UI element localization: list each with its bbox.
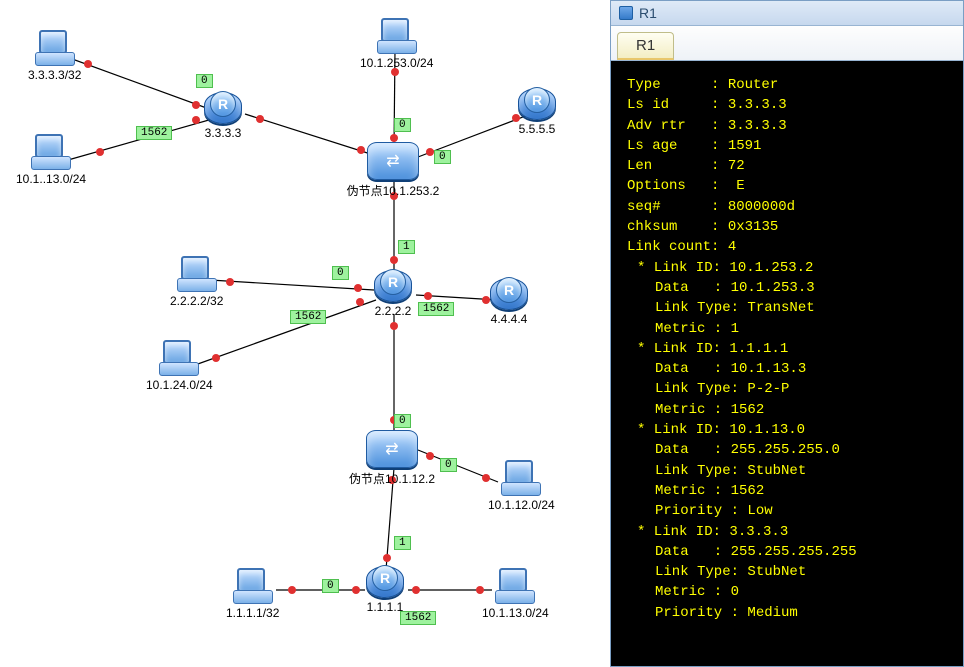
router-1-1-1-1[interactable]: R 1.1.1.1	[366, 566, 404, 614]
metric-badge: 1562	[418, 302, 454, 316]
metric-badge: 1562	[136, 126, 172, 140]
router-icon: R	[204, 92, 242, 124]
node-label: 伪节点10.1.253.2	[328, 182, 458, 199]
pc-10-1-13b[interactable]: 10.1.13.0/24	[482, 568, 549, 620]
node-label: 10.1.12.0/24	[488, 498, 555, 512]
router-5-5-5-5[interactable]: R 5.5.5.5	[518, 88, 556, 136]
terminal-output[interactable]: Type : Router Ls id : 3.3.3.3 Adv rtr : …	[611, 61, 963, 666]
node-label: 2.2.2.2/32	[170, 294, 223, 308]
pc-icon	[35, 30, 75, 66]
pc-1-1-1-1-32[interactable]: 1.1.1.1/32	[226, 568, 279, 620]
router-icon: R	[366, 566, 404, 598]
metric-badge: 1562	[290, 310, 326, 324]
pc-icon	[501, 460, 541, 496]
pc-3-3-3-3-32[interactable]: 3.3.3.3/32	[28, 30, 81, 82]
router-3-3-3-3[interactable]: R 3.3.3.3	[204, 92, 242, 140]
pc-10-1-12[interactable]: 10.1.12.0/24	[488, 460, 555, 512]
pc-icon	[159, 340, 199, 376]
pc-icon	[31, 134, 71, 170]
switch-12[interactable]: ⇄ 伪节点10.1.12.2	[332, 430, 452, 487]
metric-badge: 0	[394, 414, 411, 428]
metric-badge: 1562	[400, 611, 436, 625]
pc-10-1-13[interactable]: 10.1..13.0/24	[16, 134, 86, 186]
node-label: 10.1.13.0/24	[482, 606, 549, 620]
node-label: 2.2.2.2	[374, 304, 412, 318]
node-label: 5.5.5.5	[518, 122, 556, 136]
pc-icon	[495, 568, 535, 604]
metric-badge: 1	[398, 240, 415, 254]
node-label: 伪节点10.1.12.2	[332, 470, 452, 487]
router-icon: R	[490, 278, 528, 310]
router-4-4-4-4[interactable]: R 4.4.4.4	[490, 278, 528, 326]
node-label: 10.1..13.0/24	[16, 172, 86, 186]
pc-icon	[177, 256, 217, 292]
pc-10-1-24[interactable]: 10.1.24.0/24	[146, 340, 213, 392]
pc-2-2-2-2-32[interactable]: 2.2.2.2/32	[170, 256, 223, 308]
node-label: 10.1.253.0/24	[360, 56, 433, 70]
metric-badge: 0	[196, 74, 213, 88]
node-label: 1.1.1.1	[366, 600, 404, 614]
node-label: 4.4.4.4	[490, 312, 528, 326]
node-label: 1.1.1.1/32	[226, 606, 279, 620]
router-2-2-2-2[interactable]: R 2.2.2.2	[374, 270, 412, 318]
panel-title-text: R1	[639, 5, 657, 21]
pc-icon	[233, 568, 273, 604]
switch-icon: ⇄	[367, 142, 419, 180]
switch-icon: ⇄	[366, 430, 418, 468]
node-label: 3.3.3.3/32	[28, 68, 81, 82]
router-icon: R	[518, 88, 556, 120]
topology-canvas[interactable]: 0 1562 0 0 1 0 1562 1562 0 0 1 0 1562 3.…	[0, 0, 610, 667]
tab-r1[interactable]: R1	[617, 32, 674, 60]
node-label: 10.1.24.0/24	[146, 378, 213, 392]
router-icon: R	[374, 270, 412, 302]
metric-badge: 0	[322, 579, 339, 593]
metric-badge: 1	[394, 536, 411, 550]
panel-titlebar[interactable]: R1	[611, 1, 963, 26]
node-label: 3.3.3.3	[204, 126, 242, 140]
switch-253[interactable]: ⇄ 伪节点10.1.253.2	[328, 142, 458, 199]
pc-10-1-253[interactable]: 10.1.253.0/24	[360, 18, 433, 70]
tab-bar: R1	[611, 26, 963, 61]
metric-badge: 0	[332, 266, 349, 280]
metric-badge: 0	[394, 118, 411, 132]
pc-icon	[377, 18, 417, 54]
detail-panel: R1 R1 Type : Router Ls id : 3.3.3.3 Adv …	[610, 0, 964, 667]
window-icon	[619, 6, 633, 20]
